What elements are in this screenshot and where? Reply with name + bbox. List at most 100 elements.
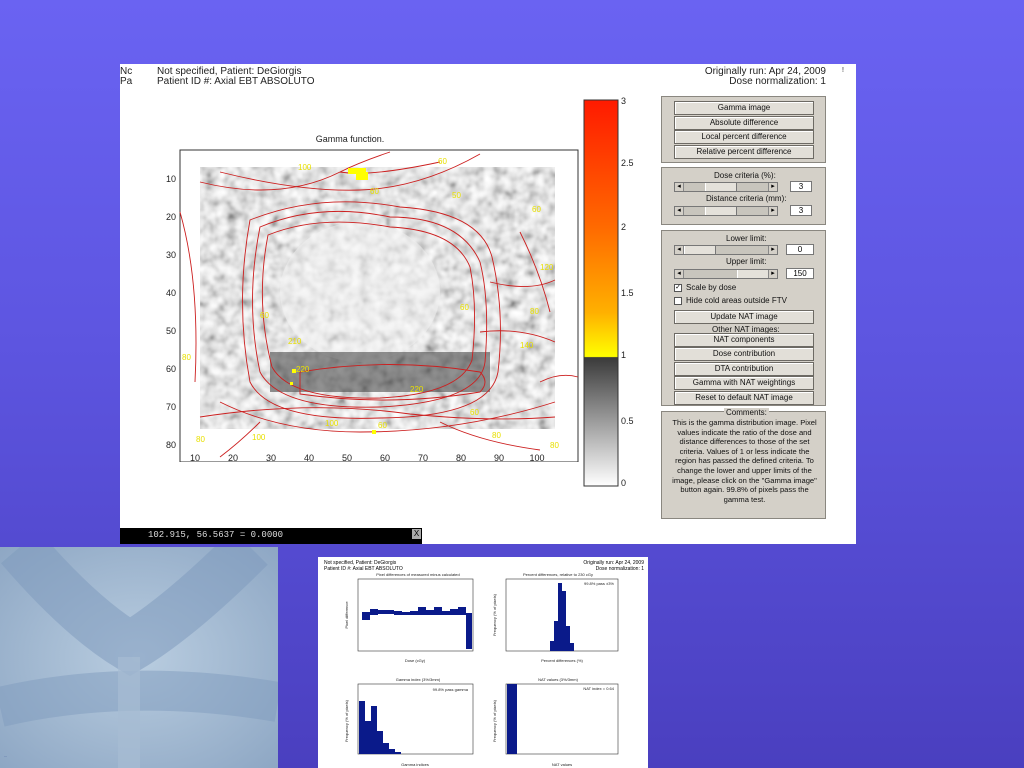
x-tick-label: 100: [529, 453, 544, 462]
slider-thumb[interactable]: [737, 270, 769, 278]
plot3-ylabel: Frequency (% of pixels): [344, 699, 349, 742]
relative-percent-difference-button[interactable]: Relative percent difference: [674, 145, 814, 159]
contour-label: 100: [252, 433, 266, 442]
dose-criteria-input[interactable]: 3: [790, 181, 812, 192]
distance-criteria-input[interactable]: 3: [790, 205, 812, 216]
y-axis: 10 20 30 40 50 60 70 80: [166, 174, 176, 450]
x-tick-label: 40: [304, 453, 314, 462]
colorbar-tick: 3: [621, 96, 626, 106]
y-tick-label: 70: [166, 402, 176, 412]
contour-label: 100: [298, 163, 312, 172]
plot3-legend: 99.8% pass gamma: [433, 687, 469, 692]
x-tick-label: 30: [266, 453, 276, 462]
scale-by-dose-checkbox[interactable]: ✓: [674, 284, 682, 292]
distance-criteria-slider[interactable]: ◂ ▸: [674, 206, 778, 216]
lower-limit-slider[interactable]: ◂ ▸: [674, 245, 778, 255]
plot2-ylabel: Frequency (% of pixels): [492, 593, 497, 636]
header-patient-id: Patient ID #: Axial EBT ABSOLUTO: [157, 76, 315, 87]
colorbar-gradient: [583, 99, 619, 487]
upper-limit-input[interactable]: 150: [786, 268, 814, 279]
x-tick-label: 90: [494, 453, 504, 462]
contour-label: 80: [530, 307, 539, 316]
x-tick-label: 60: [380, 453, 390, 462]
report-plots: Pixel differences of measured minus calc…: [344, 572, 619, 767]
slider-thumb[interactable]: [705, 207, 737, 215]
dta-contribution-button[interactable]: DTA contribution: [674, 362, 814, 376]
dose-contribution-button[interactable]: Dose contribution: [674, 347, 814, 361]
slider-right-arrow-icon[interactable]: ▸: [768, 246, 777, 254]
film-thumbnail: ...: [0, 547, 278, 768]
plot1-title: Pixel differences of measured minus calc…: [376, 572, 460, 577]
slider-left-arrow-icon[interactable]: ◂: [675, 246, 684, 254]
colorbar-tick: 1: [621, 350, 626, 360]
colorbar-tick: 0.5: [621, 416, 634, 426]
gamma-image-button[interactable]: Gamma image: [674, 101, 814, 115]
y-tick-label: 80: [166, 440, 176, 450]
y-tick-label: 10: [166, 174, 176, 184]
gamma-image-bright-region: [280, 222, 440, 362]
lower-limit-label: Lower limit:: [726, 234, 767, 243]
limits-nat-panel: Lower limit: ◂ ▸ 0 Upper limit: ◂ ▸ 150 …: [661, 230, 826, 406]
slider-left-arrow-icon[interactable]: ◂: [675, 207, 684, 215]
plot1-ylabel: Pixel difference: [344, 601, 349, 629]
close-icon[interactable]: X: [412, 529, 421, 539]
plot4-frame: [505, 683, 619, 755]
plot2-title: Percent differences, relative to 230 cGy: [523, 572, 593, 577]
slider-right-arrow-icon[interactable]: ▸: [768, 183, 777, 191]
contour-label: 80: [196, 435, 205, 444]
film-image: [0, 547, 278, 768]
contour-label: 80: [492, 431, 501, 440]
contour-label: 60: [370, 187, 379, 196]
reset-default-nat-button[interactable]: Reset to default NAT image: [674, 391, 814, 405]
header-dose-normalization: Dose normalization: 1: [729, 76, 826, 87]
contour-label: 80: [182, 353, 191, 362]
slider-right-arrow-icon[interactable]: ▸: [768, 270, 777, 278]
nat-components-button[interactable]: NAT components: [674, 333, 814, 347]
upper-limit-label: Upper limit:: [726, 257, 767, 266]
lower-limit-input[interactable]: 0: [786, 244, 814, 255]
contour-label: 100: [325, 419, 339, 428]
upper-limit-slider[interactable]: ◂ ▸: [674, 269, 778, 279]
plot-title: Gamma function.: [316, 134, 385, 144]
slider-right-arrow-icon[interactable]: ▸: [768, 207, 777, 215]
hide-cold-areas-checkbox[interactable]: [674, 297, 682, 305]
contour-label: 220: [296, 365, 310, 374]
plot4-legend: NAT index = 0.64: [583, 686, 614, 691]
x-tick-label: 10: [190, 453, 200, 462]
contour-label: 60: [378, 421, 387, 430]
slider-left-arrow-icon[interactable]: ◂: [675, 270, 684, 278]
colorbar: 3 2.5 2 1.5 1 0.5 0: [583, 96, 634, 488]
status-bar: 102.915, 56.5637 = 0.0000 X: [120, 528, 422, 544]
colorbar-tick: 0: [621, 478, 626, 488]
gamma-plot[interactable]: Gamma function. 100 60 60 50 120 60 60 2…: [160, 132, 590, 462]
contour-label: 60: [470, 408, 479, 417]
cursor-readout: 102.915, 56.5637 = 0.0000: [148, 530, 284, 540]
y-tick-label: 40: [166, 288, 176, 298]
contour-label: 80: [550, 441, 559, 450]
dose-criteria-label: Dose criteria (%):: [714, 171, 776, 180]
colorbar-tick: 1.5: [621, 288, 634, 298]
local-percent-difference-button[interactable]: Local percent difference: [674, 130, 814, 144]
slider-thumb[interactable]: [705, 183, 737, 191]
x-tick-label: 50: [342, 453, 352, 462]
absolute-difference-button[interactable]: Absolute difference: [674, 116, 814, 130]
gamma-nat-weightings-button[interactable]: Gamma with NAT weightings: [674, 376, 814, 390]
contour-label: 60: [438, 157, 447, 166]
contour-label: 60: [260, 311, 269, 320]
plot1-xlabel: Dose (cGy): [405, 658, 426, 663]
film-caption: ...: [4, 753, 8, 758]
contour-label: 220: [410, 385, 424, 394]
colorbar-tick: 2.5: [621, 158, 634, 168]
contour-label: 120: [540, 263, 554, 272]
comments-text: This is the gamma distribution image. Pi…: [672, 418, 817, 504]
slider-left-arrow-icon[interactable]: ◂: [675, 183, 684, 191]
contour-label: 140: [520, 341, 534, 350]
plot2-legend: 99.8% pass ±3%: [584, 581, 614, 586]
dose-criteria-slider[interactable]: ◂ ▸: [674, 182, 778, 192]
distance-criteria-label: Distance criteria (mm):: [706, 194, 787, 203]
header-left-cut-2: Pa: [120, 76, 133, 87]
slider-thumb[interactable]: [684, 246, 716, 254]
plot4-ylabel: Frequency (% of pixels): [492, 699, 497, 742]
update-nat-image-button[interactable]: Update NAT image: [674, 310, 814, 324]
plot2-xlabel: Percent differences (%): [541, 658, 583, 663]
